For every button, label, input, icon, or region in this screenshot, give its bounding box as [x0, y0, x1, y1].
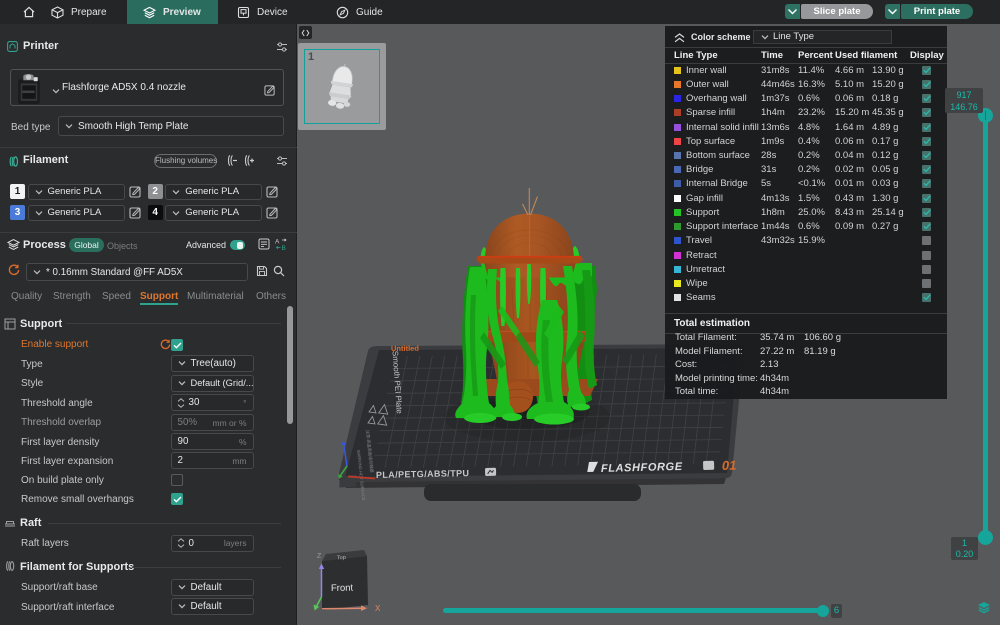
svg-text:Top: Top: [337, 555, 346, 562]
svg-text:A: A: [275, 239, 280, 246]
svg-text:01: 01: [722, 458, 737, 473]
svg-text:FLASHFORGE: FLASHFORGE: [601, 461, 683, 475]
svg-text:PLA/PETG/ABS/TPU: PLA/PETG/ABS/TPU: [376, 468, 470, 480]
svg-text:X: X: [375, 604, 381, 613]
svg-text:B: B: [282, 245, 286, 251]
svg-text:Z: Z: [317, 553, 322, 560]
svg-text:Front: Front: [331, 583, 354, 594]
